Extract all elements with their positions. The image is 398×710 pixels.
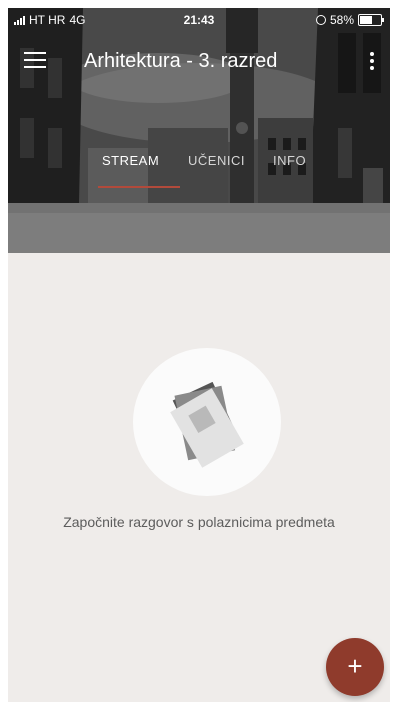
app-bar: Arhitektura - 3. razred [8, 38, 390, 88]
app-screen: HT HR 4G 21:43 58% Arhitektura - 3. razr… [8, 8, 390, 702]
battery-percent: 58% [329, 13, 354, 27]
battery-icon [358, 14, 384, 26]
documents-stack-icon [170, 381, 244, 468]
rotation-lock-icon [315, 15, 326, 25]
header-background-photo: HT HR 4G 21:43 58% Arhitektura - 3. razr… [8, 8, 390, 253]
hamburger-menu-icon[interactable] [24, 52, 46, 70]
page-title: Arhitektura - 3. razred [84, 50, 278, 72]
status-bar: HT HR 4G 21:43 58% [8, 8, 390, 32]
battery-fill [360, 16, 372, 24]
more-vertical-icon[interactable] [366, 50, 378, 74]
tab-stream[interactable]: STREAM [98, 154, 163, 186]
add-post-button[interactable]: + [326, 638, 384, 696]
tab-ucenici[interactable]: UČENICI [184, 154, 249, 186]
tab-info[interactable]: INFO [269, 154, 310, 186]
active-tab-indicator [98, 186, 180, 188]
status-bar-right: 58% [315, 13, 384, 27]
empty-state-illustration [133, 348, 281, 496]
tab-bar: STREAM UČENICI INFO [8, 154, 390, 194]
empty-state-message: Započnite razgovor s polaznicima predmet… [63, 514, 335, 530]
